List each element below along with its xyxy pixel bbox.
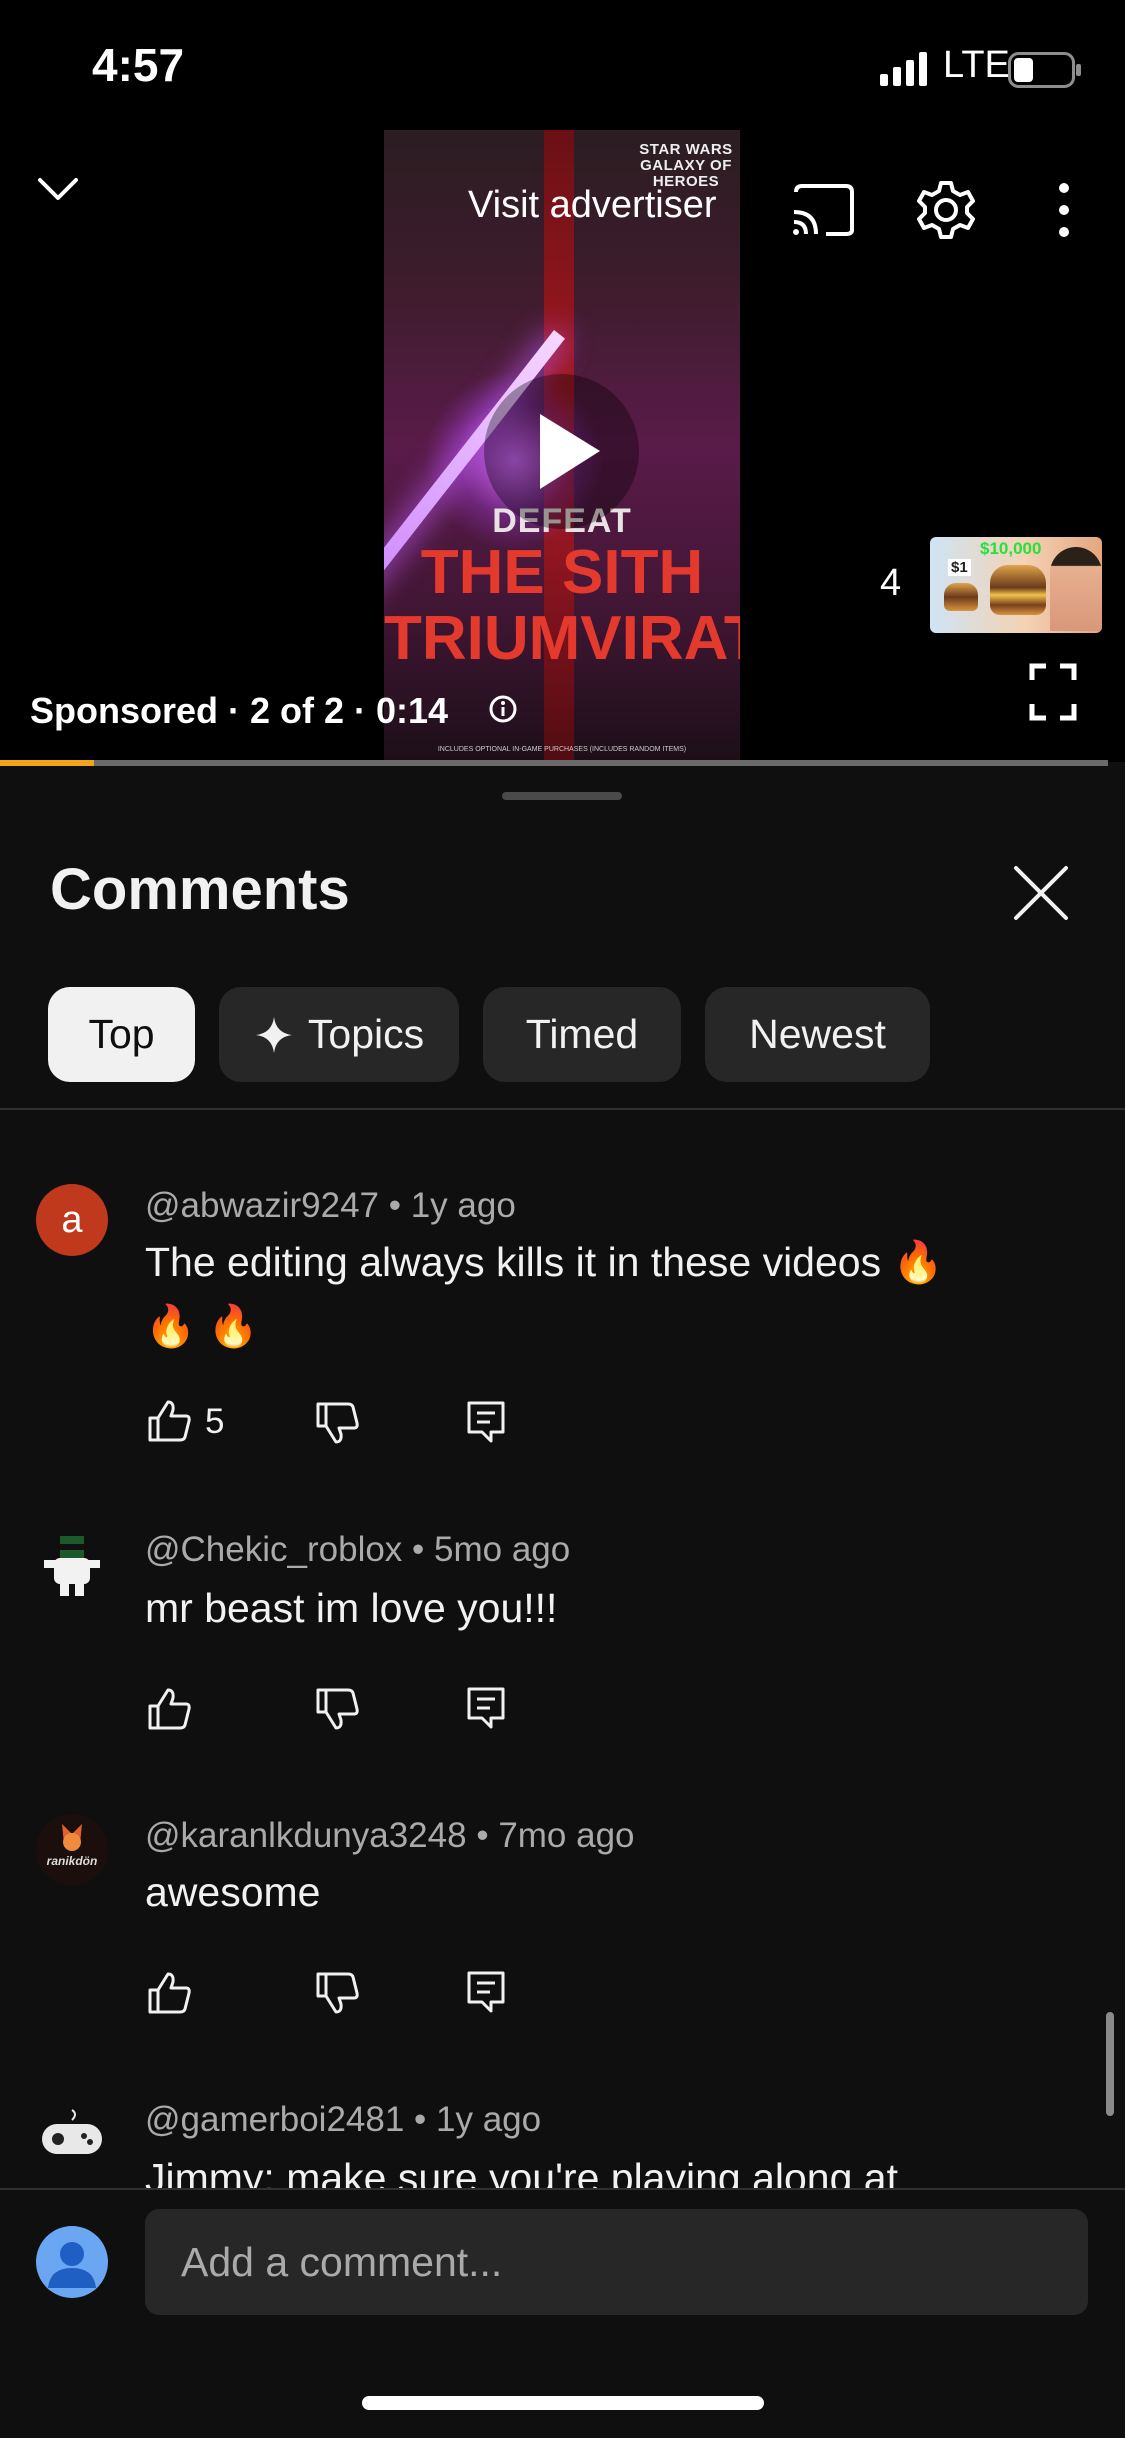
reply-icon[interactable] — [466, 1686, 506, 1730]
meta-separator: • — [412, 1530, 435, 1569]
comment-time: 7mo ago — [498, 1816, 635, 1855]
battery-icon — [1008, 52, 1081, 88]
comment-author[interactable]: @abwazir9247 — [145, 1186, 379, 1225]
comment-meta[interactable]: @Chekic_roblox • 5mo ago — [145, 1530, 570, 1570]
gear-icon[interactable] — [914, 178, 978, 242]
comment-time: 5mo ago — [434, 1530, 571, 1569]
comment-time: 1y ago — [436, 2100, 542, 2139]
ad-fine-print: INCLUDES OPTIONAL IN-GAME PURCHASES (INC… — [437, 746, 687, 753]
network-label: LTE — [943, 44, 1010, 86]
meta-separator: • — [388, 1186, 411, 1225]
comment-text: mr beast im love you!!! — [145, 1585, 558, 1631]
comment-text: The editing always kills it in these vid… — [145, 1230, 1045, 1358]
chip-top-label: Top — [88, 1011, 155, 1057]
avatar-image — [62, 1824, 82, 1851]
chevron-down-icon[interactable] — [28, 160, 88, 220]
status-time: 4:57 — [92, 39, 185, 91]
chip-topics-label: Topics — [307, 1011, 425, 1057]
comment-meta[interactable]: @abwazir9247 • 1y ago — [145, 1186, 516, 1226]
up-next-count: 4 — [880, 562, 902, 604]
avatar-image — [42, 2109, 102, 2154]
comment-author[interactable]: @karanlkdunya3248 — [145, 1816, 467, 1855]
play-button[interactable] — [484, 374, 639, 529]
chip-top[interactable]: Top — [48, 987, 195, 1082]
comment-text-line: The editing always kills it in these vid… — [145, 1239, 944, 1285]
avatar[interactable]: a — [36, 1184, 108, 1256]
drag-handle[interactable] — [502, 792, 622, 800]
user-avatar — [36, 2226, 108, 2298]
thumb-price-big: $10,000 — [980, 539, 1042, 558]
reply-icon[interactable] — [466, 1970, 506, 2014]
avatar[interactable]: ranikdön — [36, 1814, 108, 1886]
comment-meta[interactable]: @gamerboi2481 • 1y ago — [145, 2100, 541, 2140]
comment-time: 1y ago — [410, 1186, 516, 1225]
avatar-logo-text: ranikdön — [46, 1854, 98, 1868]
avatar-image — [44, 1536, 100, 1596]
comment-author[interactable]: @gamerboi2481 — [145, 2100, 404, 2139]
divider — [0, 1108, 1125, 1110]
thumb-price-small: $1 — [948, 559, 971, 576]
meta-separator: • — [476, 1816, 499, 1855]
avatar[interactable] — [36, 1530, 108, 1602]
meta-separator: • — [414, 2100, 437, 2139]
reply-icon[interactable] — [466, 1400, 506, 1444]
ad-headline-2: THE SITH — [420, 538, 704, 607]
avatar[interactable] — [36, 2100, 108, 2172]
like-count: 5 — [205, 1402, 225, 1441]
add-comment-input[interactable] — [145, 2209, 1088, 2315]
thumbs-up-icon[interactable] — [146, 1398, 192, 1444]
ad-info-label: Sponsored · 2 of 2 · 0:14 — [30, 690, 449, 731]
scrollbar[interactable] — [1106, 2012, 1114, 2116]
close-icon[interactable] — [1010, 862, 1072, 924]
comments-title: Comments — [50, 857, 350, 922]
comment-text-line: 🔥 🔥 — [145, 1303, 259, 1349]
play-icon — [540, 414, 600, 489]
avatar-letter: a — [61, 1198, 83, 1241]
cast-icon[interactable] — [790, 182, 856, 238]
signal-icon — [880, 52, 927, 86]
visit-advertiser-link[interactable]: Visit advertiser — [468, 184, 717, 227]
thumbs-up-icon[interactable] — [146, 1686, 192, 1732]
thumbs-up-icon[interactable] — [146, 1970, 192, 2016]
fullscreen-icon[interactable] — [1028, 662, 1078, 722]
thumbs-down-icon[interactable] — [314, 1970, 360, 2016]
thumbs-down-icon[interactable] — [314, 1400, 360, 1446]
chip-newest[interactable]: Newest — [705, 987, 930, 1082]
ad-headline-3: TRIUMVIRATE — [384, 604, 740, 673]
sparkle-icon — [255, 1016, 292, 1053]
chip-timed-label: Timed — [525, 1011, 639, 1057]
thumbs-down-icon[interactable] — [314, 1686, 360, 1732]
info-icon[interactable] — [488, 694, 518, 724]
more-vertical-icon[interactable] — [1052, 180, 1076, 240]
chip-newest-label: Newest — [749, 1011, 886, 1057]
chip-topics[interactable]: Topics — [219, 987, 459, 1082]
up-next-thumbnail[interactable]: $10,000 $1 — [930, 537, 1102, 633]
ad-logo: STAR WARS GALAXY OF HEROES — [639, 141, 733, 190]
home-indicator[interactable] — [362, 2396, 764, 2410]
comment-text: awesome — [145, 1869, 321, 1915]
comment-meta[interactable]: @karanlkdunya3248 • 7mo ago — [145, 1816, 635, 1856]
comment-author[interactable]: @Chekic_roblox — [145, 1530, 402, 1569]
chip-timed[interactable]: Timed — [483, 987, 681, 1082]
user-icon — [48, 2242, 96, 2288]
